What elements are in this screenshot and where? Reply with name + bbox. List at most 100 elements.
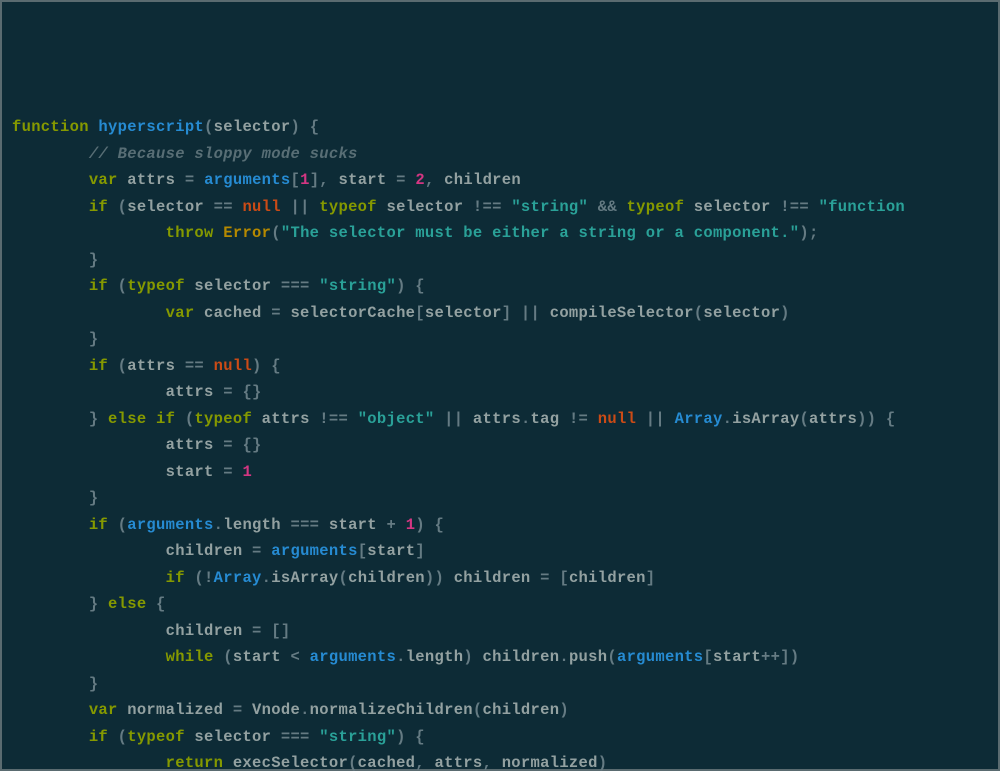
code-token: } [89,251,99,269]
code-token: ]) [780,648,799,666]
code-token: ( [204,118,214,136]
code-token: Error [223,224,271,242]
code-token: "The selector must be either a string or… [281,224,799,242]
code-token: attrs [463,410,521,428]
code-token [146,595,156,613]
code-token: children [348,569,425,587]
code-token: if [89,198,108,216]
code-token [233,198,243,216]
code-token: push [569,648,607,666]
code-token: typeof [127,277,185,295]
code-token: attrs [809,410,857,428]
code-token: selector [185,277,281,295]
code-token: arguments [310,648,396,666]
code-token: < [290,648,300,666]
code-token: ( [694,304,704,322]
code-token: var [89,171,118,189]
code-token: else [108,410,146,428]
code-token [12,489,89,507]
code-token [12,516,89,534]
code-token [12,410,89,428]
code-token: cached [194,304,271,322]
code-token: { [886,410,896,428]
code-token [12,330,89,348]
code-token: ( [108,357,127,375]
code-token: )) [857,410,876,428]
code-token: var [89,701,118,719]
code-token: , [415,754,425,771]
code-token: || [290,198,309,216]
code-token: , [425,171,435,189]
code-token [435,410,445,428]
code-token: { [415,277,425,295]
code-token: selector [127,198,213,216]
code-token: . [723,410,733,428]
code-token [12,542,166,560]
code-token: children [473,648,559,666]
code-token: === [281,728,310,746]
code-token: normalized [492,754,598,771]
code-token [665,410,675,428]
code-token: selector [377,198,473,216]
code-token: } [89,330,99,348]
code-token: ) [396,277,406,295]
code-token: = [223,383,233,401]
code-token: ( [607,648,617,666]
code-token [12,436,166,454]
code-token: ) [396,728,406,746]
code-token: selector [684,198,780,216]
code-token: selector [185,728,281,746]
code-token: selector [425,304,502,322]
code-token: !== [473,198,502,216]
code-token [12,754,166,771]
code-token: attrs [425,754,483,771]
code-token: null [242,198,280,216]
code-token: start [166,463,224,481]
code-token: = [252,622,262,640]
code-line: return execSelector(cached, attrs, norma… [12,750,988,771]
code-token: Vnode [242,701,300,719]
code-token: function [12,118,89,136]
code-token: 1 [242,463,252,481]
code-token [588,410,598,428]
code-token [98,410,108,428]
code-token: isArray [732,410,799,428]
code-token [511,304,521,322]
code-token [12,463,166,481]
code-token: ( [799,410,809,428]
code-token: start [329,171,396,189]
code-token: [ [415,304,425,322]
code-token [310,277,320,295]
code-token: . [300,701,310,719]
code-token: } [89,410,99,428]
code-line: if (arguments.length === start + 1) { [12,512,988,539]
code-token: children [444,569,540,587]
code-token: normalized [118,701,233,719]
code-line: if (typeof selector === "string") { [12,273,988,300]
code-token: if [89,728,108,746]
code-token [12,648,166,666]
code-token [262,357,272,375]
code-token: === [281,277,310,295]
code-token [12,569,166,587]
code-token: if [89,516,108,534]
code-token: !== [780,198,809,216]
code-token: === [290,516,319,534]
code-token: ( [338,569,348,587]
code-token: . [521,410,531,428]
code-line: } [12,247,988,274]
code-token [12,701,89,719]
code-token: { [310,118,320,136]
code-token: if [156,410,175,428]
code-token: start [713,648,761,666]
code-token [406,171,416,189]
code-token [233,463,243,481]
code-token [233,383,243,401]
code-line: if (typeof selector === "string") { [12,724,988,751]
code-token [636,410,646,428]
code-line: while (start < arguments.length) childre… [12,644,988,671]
code-token: typeof [627,198,685,216]
code-token: )) [425,569,444,587]
code-token [310,728,320,746]
code-token: arguments [204,171,290,189]
